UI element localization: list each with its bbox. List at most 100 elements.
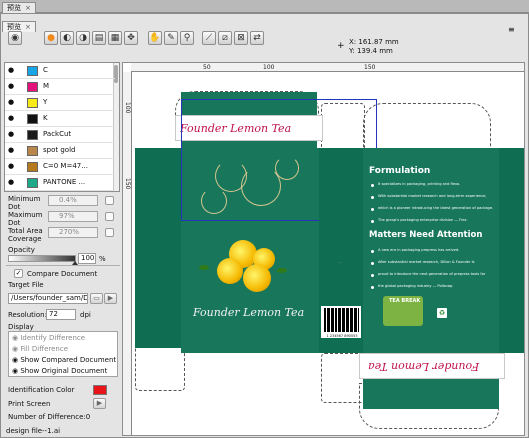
tac-checkbox[interactable] [105, 228, 114, 237]
side-panel-left [135, 148, 181, 348]
min-dot-label: Minimum Dot [8, 195, 41, 211]
eye-icon[interactable]: ◉ [8, 31, 22, 45]
color-swatch [27, 178, 38, 188]
eye-icon[interactable]: ● [8, 83, 17, 90]
ingredients-text: ... [338, 260, 342, 264]
min-dot-field[interactable]: 0.4% [48, 195, 98, 206]
bullet [371, 250, 374, 253]
number-of-difference: Number of Difference:0 [8, 413, 90, 421]
dieline-flap [363, 103, 491, 151]
bullet [371, 196, 374, 199]
y-label: Y: [349, 47, 355, 55]
ruler-tick: 150 [124, 178, 131, 190]
display-options: ◉ Identify Difference ◉ Fill Difference ◉ … [8, 331, 118, 377]
list-text: proud to introduce the next generation o… [378, 272, 486, 276]
browse-folder-icon[interactable]: ▭ [90, 293, 103, 304]
separation-row[interactable]: ● K [5, 111, 115, 127]
eye-icon[interactable]: ● [8, 163, 17, 170]
tab-preview-1[interactable]: 预览 × [2, 2, 36, 13]
brand-title-front: Founder Lemon Tea [193, 306, 305, 319]
resolution-field[interactable]: 72 [46, 309, 76, 320]
tab-label: 预览 [7, 23, 21, 31]
pan-icon[interactable]: ✥ [124, 31, 138, 45]
separation-label: spot gold [43, 146, 76, 154]
crossed-box-icon[interactable]: ⊠ [234, 31, 248, 45]
divider [6, 265, 120, 266]
separation-row[interactable]: ● PANTONE ... [5, 175, 115, 191]
side-panel-middle: ... 1 234567 890555 [319, 148, 363, 353]
eye-icon[interactable]: ● [8, 115, 17, 122]
attention-title: Matters Need Attention [369, 230, 483, 240]
brand-band-bottom: Founder Lemon Tea [359, 353, 505, 379]
tab-label: 预览 [7, 4, 21, 12]
magnifier-icon[interactable]: ⚲ [180, 31, 194, 45]
side-panel-right [499, 148, 524, 353]
eye-icon[interactable]: ● [8, 131, 17, 138]
eye-icon[interactable]: ● [8, 147, 17, 154]
ruler-icon[interactable]: ⧄ [218, 31, 232, 45]
list-text: A new era in packaging prepress has arri… [378, 248, 460, 252]
separation-label: C [43, 66, 48, 74]
separation-label: PANTONE ... [43, 178, 86, 186]
tea-break-label: TEA BREAK [389, 298, 421, 304]
separation-row[interactable]: ● Y [5, 95, 115, 111]
leaf [199, 265, 209, 270]
print-screen-label: Print Screen [8, 400, 51, 408]
list-text: It specializes in packaging, printing an… [378, 182, 461, 186]
crosshair-icon: + [337, 41, 345, 51]
panel-menu-icon[interactable]: ≡ [508, 25, 515, 34]
barcode-number: 1 234567 890555 [326, 334, 358, 338]
half-circle-icon[interactable]: ◐ [60, 31, 74, 45]
eye-icon[interactable]: ● [8, 179, 17, 186]
eyedropper-icon[interactable]: ✎ [164, 31, 178, 45]
display-option-label: Fill Difference [20, 345, 69, 353]
split-view-icon[interactable]: ▤ [92, 31, 106, 45]
list-text: The group's packaging enterprise divisio… [378, 218, 468, 222]
dieline-flap [135, 343, 185, 391]
tac-field[interactable]: 270% [48, 227, 98, 238]
close-icon[interactable]: × [25, 23, 31, 31]
color-swatch [27, 114, 38, 124]
close-icon[interactable]: × [25, 4, 31, 12]
back-panel: Formulation It specializes in packaging,… [363, 148, 499, 353]
eye-icon[interactable]: ● [8, 99, 17, 106]
half-circle-alt-icon[interactable]: ◑ [76, 31, 90, 45]
separation-row[interactable]: ● PackCut [5, 127, 115, 143]
compare-document-checkbox[interactable]: ✓ [14, 269, 23, 278]
separation-label: C=0 M=47... [43, 162, 88, 170]
print-screen-play-icon[interactable]: ▶ [93, 398, 106, 409]
display-option: ◉ Identify Difference [12, 334, 85, 342]
measure-icon[interactable]: ⟋ [202, 31, 216, 45]
target-file-field[interactable]: /Users/founder_sam/De [8, 293, 88, 304]
separation-label: K [43, 114, 48, 122]
recycle-icon: ♻ [437, 308, 447, 318]
play-icon[interactable]: ▶ [104, 293, 117, 304]
display-option[interactable]: ◉ Show Compared Document [12, 356, 116, 364]
opacity-field[interactable]: 100 [78, 253, 96, 264]
lemon [217, 258, 243, 284]
separation-row[interactable]: ● M [5, 79, 115, 95]
eye-icon[interactable]: ● [8, 67, 17, 74]
max-dot-field[interactable]: 97% [48, 211, 98, 222]
grid-icon[interactable]: ▦ [108, 31, 122, 45]
min-dot-checkbox[interactable] [105, 196, 114, 205]
separation-row[interactable]: ● C [5, 63, 115, 79]
max-dot-label: Maximum Dot [8, 211, 43, 227]
compare-icon[interactable]: ⇄ [250, 31, 264, 45]
color-swatch [27, 146, 38, 156]
ruler-tick: 150 [364, 64, 376, 71]
color-circle-icon[interactable]: ● [44, 31, 58, 45]
status-filename: design file--1.ai [6, 427, 61, 435]
identification-color-label: Identification Color [8, 386, 75, 394]
display-option[interactable]: ◉ Show Original Document [12, 367, 107, 375]
hand-icon[interactable]: ✋ [148, 31, 162, 45]
identification-color-swatch[interactable] [93, 385, 107, 395]
display-option-label: Show Compared Document [20, 356, 117, 364]
separation-row[interactable]: ● C=0 M=47... [5, 159, 115, 175]
separation-row[interactable]: ● spot gold [5, 143, 115, 159]
separation-label: PackCut [43, 130, 72, 138]
max-dot-checkbox[interactable] [105, 212, 114, 221]
tab-bar: 预览 × [0, 0, 529, 13]
preview-canvas[interactable]: 50 100 150 100 150 Founder Lemon Tea Fou… [122, 62, 525, 436]
opacity-slider[interactable] [8, 255, 78, 265]
